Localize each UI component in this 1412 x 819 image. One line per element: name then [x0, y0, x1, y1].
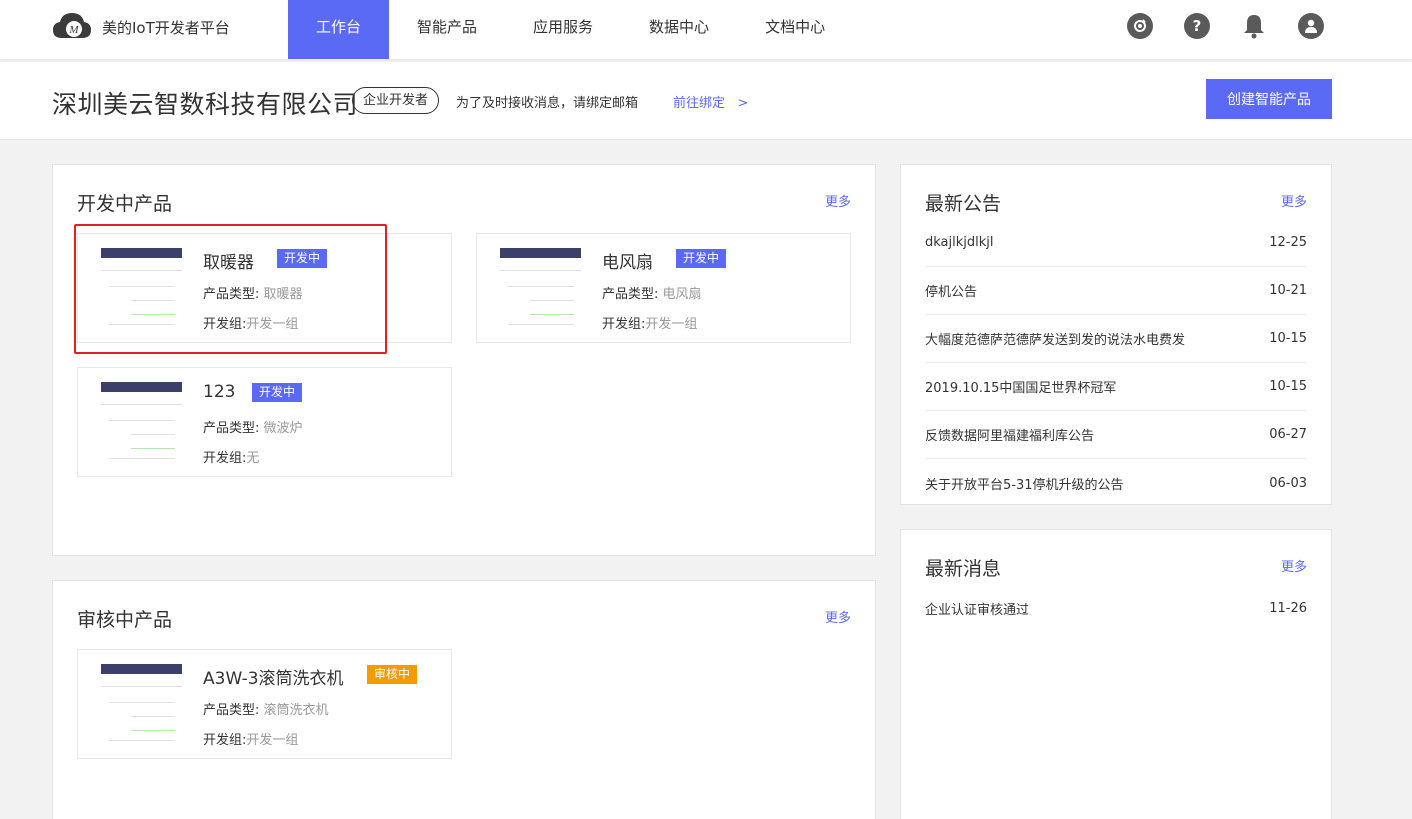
product-thumbnail [101, 382, 182, 464]
product-thumbnail [101, 664, 182, 746]
product-group: 开发组:无 [203, 451, 260, 466]
product-name: 123 [203, 382, 236, 402]
company-name: 深圳美云智数科技有限公司 [52, 90, 359, 119]
developer-role-badge: 企业开发者 [352, 87, 440, 114]
messages-more-link[interactable]: 更多 [1281, 556, 1307, 575]
nav-app-services[interactable]: 应用服务 [505, 0, 621, 59]
list-item[interactable]: 关于开放平台5-31停机升级的公告 06-03 [925, 459, 1307, 507]
product-type: 产品类型: 取暖器 [203, 287, 303, 302]
status-badge: 开发中 [277, 249, 328, 268]
list-item[interactable]: 停机公告 10-21 [925, 267, 1307, 315]
list-item[interactable]: 大幅度范德萨范德萨发送到发的说法水电费发 10-15 [925, 315, 1307, 363]
bind-email-tip: 为了及时接收消息，请绑定邮箱 [456, 96, 639, 111]
dev-products-panel: 开发中产品 更多 取暖器 开发中 产品类型: 取暖器 开发组:开发一组 电风扇 … [52, 164, 876, 556]
messages-title: 最新消息 [925, 558, 1002, 580]
help-icon[interactable]: ? [1184, 13, 1210, 39]
review-products-title: 审核中产品 [77, 609, 173, 631]
message-list: 企业认证审核通过 11-26 [925, 584, 1307, 632]
product-name: A3W-3滚筒洗衣机 [203, 669, 344, 689]
list-item[interactable]: 企业认证审核通过 11-26 [925, 584, 1307, 632]
bind-email-link[interactable]: 前往绑定 > [673, 92, 748, 111]
midea-cloud-logo-icon[interactable]: M [52, 10, 92, 42]
messages-panel: 最新消息 更多 企业认证审核通过 11-26 [900, 529, 1332, 819]
product-card-heater[interactable]: 取暖器 开发中 产品类型: 取暖器 开发组:开发一组 [77, 233, 452, 343]
main-nav: 工作台 智能产品 应用服务 数据中心 文档中心 [288, 0, 853, 59]
product-name: 电风扇 [602, 253, 653, 273]
list-item[interactable]: 2019.10.15中国国足世界杯冠军 10-15 [925, 363, 1307, 411]
dev-products-more-link[interactable]: 更多 [825, 191, 851, 210]
product-type: 产品类型: 滚筒洗衣机 [203, 703, 329, 718]
create-smart-product-button[interactable]: 创建智能产品 [1206, 79, 1332, 119]
product-group: 开发组:开发一组 [203, 317, 299, 332]
product-card-washer[interactable]: A3W-3滚筒洗衣机 审核中 产品类型: 滚筒洗衣机 开发组:开发一组 [77, 649, 452, 759]
review-products-more-link[interactable]: 更多 [825, 607, 851, 626]
product-name: 取暖器 [203, 253, 254, 273]
status-badge: 审核中 [367, 665, 418, 684]
svg-text:M: M [68, 24, 79, 36]
product-type: 产品类型: 电风扇 [602, 287, 702, 302]
product-card-fan[interactable]: 电风扇 开发中 产品类型: 电风扇 开发组:开发一组 [476, 233, 851, 343]
product-group: 开发组:开发一组 [203, 733, 299, 748]
user-icon[interactable] [1298, 13, 1324, 39]
product-thumbnail [500, 248, 581, 330]
top-navigation-bar: M 美的IoT开发者平台 工作台 智能产品 应用服务 数据中心 文档中心 ? [0, 0, 1412, 59]
list-item[interactable]: dkajlkjdlkjl 12-25 [925, 219, 1307, 267]
product-group: 开发组:开发一组 [602, 317, 698, 332]
platform-brand-name[interactable]: 美的IoT开发者平台 [102, 17, 230, 38]
announcement-list: dkajlkjdlkjl 12-25 停机公告 10-21 大幅度范德萨范德萨发送到… [925, 219, 1307, 507]
nav-workbench[interactable]: 工作台 [288, 0, 390, 59]
status-badge: 开发中 [252, 383, 303, 402]
bell-icon[interactable] [1241, 13, 1267, 39]
dev-products-title: 开发中产品 [77, 193, 173, 215]
announcements-title: 最新公告 [925, 193, 1002, 215]
product-thumbnail [101, 248, 182, 330]
company-info-bar: 深圳美云智数科技有限公司 企业开发者 为了及时接收消息，请绑定邮箱 前往绑定 >… [0, 62, 1412, 140]
nav-doc-center[interactable]: 文档中心 [737, 0, 853, 59]
header-actions: ? [1127, 13, 1324, 39]
announcements-panel: 最新公告 更多 dkajlkjdlkjl 12-25 停机公告 10-21 大幅度范… [900, 164, 1332, 505]
product-type: 产品类型: 微波炉 [203, 421, 303, 436]
review-products-panel: 审核中产品 更多 A3W-3滚筒洗衣机 审核中 产品类型: 滚筒洗衣机 开发组:… [52, 580, 876, 819]
product-card-123[interactable]: 123 开发中 产品类型: 微波炉 开发组:无 [77, 367, 452, 477]
nav-data-center[interactable]: 数据中心 [621, 0, 737, 59]
nav-smart-products[interactable]: 智能产品 [389, 0, 505, 59]
list-item[interactable]: 反馈数据阿里福建福利库公告 06-27 [925, 411, 1307, 459]
refresh-icon[interactable] [1127, 13, 1153, 39]
announcements-more-link[interactable]: 更多 [1281, 191, 1307, 210]
status-badge: 开发中 [676, 249, 727, 268]
